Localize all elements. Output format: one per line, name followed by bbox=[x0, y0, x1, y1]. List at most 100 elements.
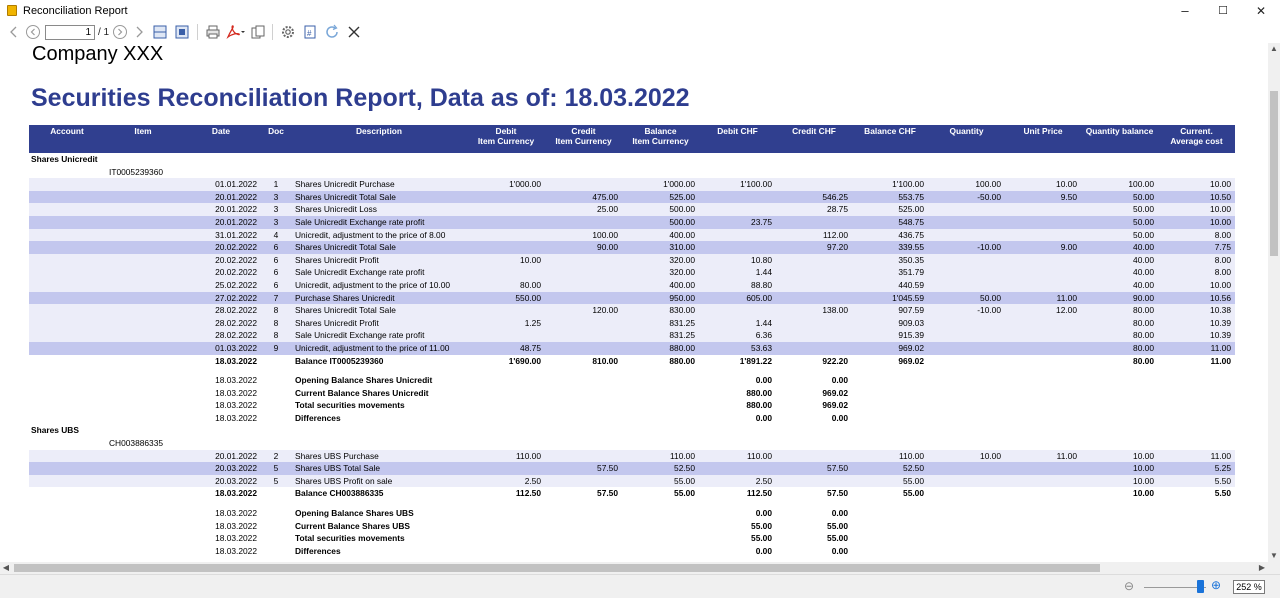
table-cell: 28.02.2022 bbox=[181, 316, 261, 330]
table-cell: 0.00 bbox=[831, 508, 848, 519]
table-cell: 10.56 bbox=[1158, 291, 1235, 305]
close-window-button[interactable]: ✕ bbox=[1242, 0, 1280, 21]
table-cell: 440.59 bbox=[852, 278, 928, 292]
refresh-icon[interactable] bbox=[321, 23, 343, 41]
table-cell: 20.01.2022 bbox=[181, 203, 261, 216]
table-cell: 20.03.2022 bbox=[181, 462, 261, 475]
table-cell: 880.00 bbox=[622, 341, 699, 355]
table-cell: 80.00 bbox=[1133, 355, 1154, 366]
vertical-scroll-thumb[interactable] bbox=[1270, 91, 1278, 256]
horizontal-scrollbar[interactable]: ◀ ▶ bbox=[0, 562, 1268, 574]
table-cell: 436.75 bbox=[852, 228, 928, 242]
table-cell: 1'100.00 bbox=[852, 178, 928, 191]
scroll-left-icon[interactable]: ◀ bbox=[0, 562, 12, 574]
table-cell bbox=[181, 166, 1235, 179]
table-cell: 10.00 bbox=[1158, 215, 1235, 229]
table-cell: 339.55 bbox=[852, 241, 928, 254]
table-cell bbox=[928, 316, 1005, 330]
balance-row: 18.03.2022 Balance IT0005239360 1'690.00 81… bbox=[29, 355, 1235, 368]
table-cell: Shares Unicredit Total Sale bbox=[291, 241, 467, 254]
table-cell bbox=[105, 449, 181, 463]
table-cell bbox=[545, 266, 622, 279]
table-row: 01.01.2022 1 Shares Unicredit Purchase 1'00… bbox=[29, 178, 1235, 191]
table-cell: 310.00 bbox=[622, 241, 699, 254]
table-cell: 525.00 bbox=[852, 203, 928, 216]
scroll-down-icon[interactable]: ▼ bbox=[1268, 550, 1280, 562]
table-cell bbox=[776, 329, 852, 342]
table-cell: 57.50 bbox=[776, 462, 852, 475]
table-cell: 40.00 bbox=[1081, 241, 1158, 254]
page-layout-icon[interactable] bbox=[149, 23, 171, 41]
table-row: 31.01.2022 4 Unicredit, adjustment to the … bbox=[29, 228, 1235, 242]
table-cell bbox=[29, 291, 105, 305]
close-report-icon[interactable] bbox=[343, 23, 365, 41]
table-cell: 55.00 bbox=[827, 533, 848, 544]
table-cell: 18.03.2022 bbox=[215, 545, 257, 556]
table-cell: Opening Balance Shares UBS bbox=[295, 508, 414, 519]
table-cell: 1.44 bbox=[699, 316, 776, 330]
table-cell: 969.02 bbox=[898, 355, 924, 366]
table-cell bbox=[105, 487, 181, 500]
scroll-right-icon[interactable]: ▶ bbox=[1256, 562, 1268, 574]
table-cell: 550.00 bbox=[467, 291, 545, 305]
table-cell bbox=[928, 253, 1005, 267]
table-cell: 10.00 bbox=[467, 253, 545, 267]
table-cell: 810.00 bbox=[592, 355, 618, 366]
page-number-settings-icon[interactable]: # bbox=[299, 23, 321, 41]
table-cell bbox=[545, 253, 622, 267]
maximize-button[interactable]: ☐ bbox=[1204, 0, 1242, 21]
zoom-out-icon[interactable]: ⊖ bbox=[1124, 579, 1134, 593]
table-cell: Current Balance Shares Unicredit bbox=[295, 387, 429, 398]
table-cell bbox=[105, 190, 181, 204]
zoom-level[interactable]: 252 % bbox=[1233, 580, 1265, 594]
table-cell: 0.00 bbox=[755, 412, 772, 423]
table-cell: 10.50 bbox=[1158, 190, 1235, 204]
table-cell: 10.00 bbox=[1133, 488, 1154, 499]
copy-icon[interactable] bbox=[248, 23, 268, 41]
table-cell: Sale Unicredit Exchange rate profit bbox=[291, 329, 467, 342]
vertical-scrollbar[interactable]: ▲ ▼ bbox=[1268, 43, 1280, 562]
toolbar-separator bbox=[272, 24, 274, 40]
horizontal-scroll-thumb[interactable] bbox=[14, 564, 1100, 572]
table-cell bbox=[467, 304, 545, 317]
table-cell bbox=[105, 520, 181, 533]
table-cell bbox=[29, 316, 105, 330]
table-cell: 969.02 bbox=[822, 400, 848, 411]
table-cell: 10.00 bbox=[1081, 449, 1158, 463]
table-cell bbox=[545, 341, 622, 355]
table-cell bbox=[261, 520, 291, 533]
table-cell bbox=[852, 412, 1235, 425]
table-cell bbox=[699, 228, 776, 242]
next-page-icon[interactable] bbox=[111, 23, 129, 41]
export-pdf-icon[interactable] bbox=[224, 23, 248, 41]
table-cell bbox=[29, 166, 105, 179]
scroll-up-icon[interactable]: ▲ bbox=[1268, 43, 1280, 55]
table-cell: 18.03.2022 bbox=[215, 488, 257, 499]
table-cell bbox=[1005, 228, 1081, 242]
settings-gear-icon[interactable] bbox=[277, 23, 299, 41]
table-cell: 8.00 bbox=[1158, 253, 1235, 267]
table-cell bbox=[852, 520, 1235, 533]
last-page-icon[interactable] bbox=[129, 23, 149, 41]
table-cell: 50.00 bbox=[928, 291, 1005, 305]
table-cell bbox=[776, 178, 852, 191]
table-cell: 8 bbox=[261, 304, 291, 317]
page-number-input[interactable] bbox=[45, 24, 95, 40]
item-label: IT0005239360 bbox=[109, 166, 164, 177]
table-cell bbox=[1005, 316, 1081, 330]
previous-page-icon[interactable] bbox=[24, 23, 42, 41]
table-cell bbox=[105, 355, 181, 368]
minimize-button[interactable]: – bbox=[1166, 0, 1204, 21]
print-icon[interactable] bbox=[202, 23, 224, 41]
table-cell: 5.25 bbox=[1158, 462, 1235, 475]
table-cell bbox=[928, 228, 1005, 242]
first-page-icon[interactable] bbox=[4, 23, 24, 41]
zoom-in-icon[interactable]: ⊕ bbox=[1211, 578, 1221, 592]
column-header: Quantity bbox=[928, 125, 1005, 153]
table-cell: 950.00 bbox=[622, 291, 699, 305]
table-cell: 28.02.2022 bbox=[181, 329, 261, 342]
page-view-icon[interactable] bbox=[171, 23, 193, 41]
table-cell bbox=[261, 399, 291, 412]
table-cell bbox=[29, 449, 105, 463]
zoom-slider-thumb[interactable] bbox=[1196, 580, 1204, 593]
